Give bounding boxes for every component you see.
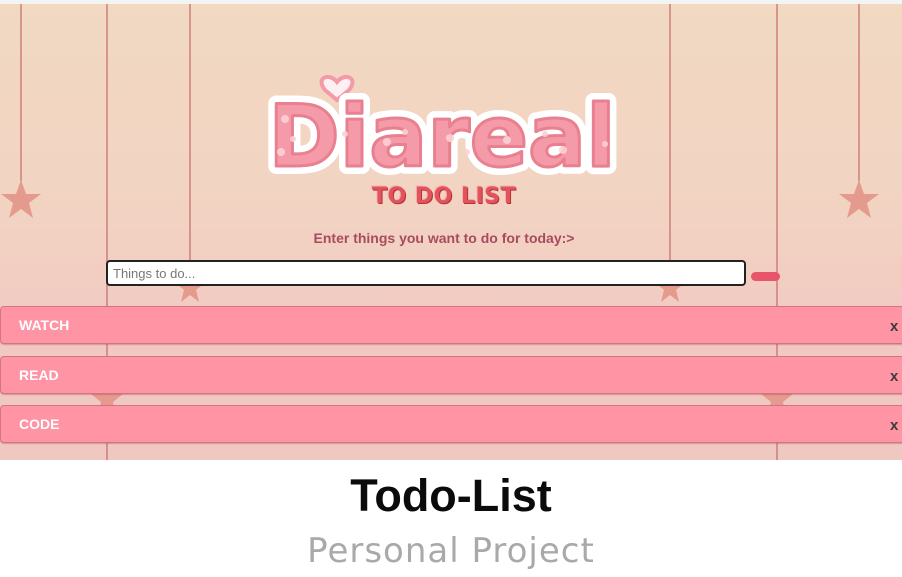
app-screenshot: Diareal Diareal TO DO LIST Enter things … (0, 4, 902, 460)
todo-item-label: CODE (19, 416, 60, 432)
remove-todo-button[interactable]: x (890, 368, 898, 385)
logo-fill: Diareal (268, 87, 615, 182)
diareal-logo: Diareal Diareal (245, 64, 640, 195)
add-button[interactable] (751, 272, 780, 281)
todo-item[interactable]: WATCH x (0, 306, 902, 344)
remove-todo-button[interactable]: x (890, 318, 898, 335)
input-prompt: Enter things you want to do for today:> (313, 230, 575, 246)
todo-input[interactable] (106, 260, 746, 286)
todo-item-label: WATCH (19, 317, 70, 333)
app-subtitle: TO DO LIST (371, 184, 517, 209)
todo-item-label: READ (19, 367, 59, 383)
todo-item[interactable]: READ x (0, 356, 902, 394)
todo-item[interactable]: CODE x (0, 405, 902, 443)
project-title: Todo-List (350, 470, 552, 521)
project-subtitle: Personal Project (307, 531, 595, 571)
remove-todo-button[interactable]: x (890, 417, 898, 434)
